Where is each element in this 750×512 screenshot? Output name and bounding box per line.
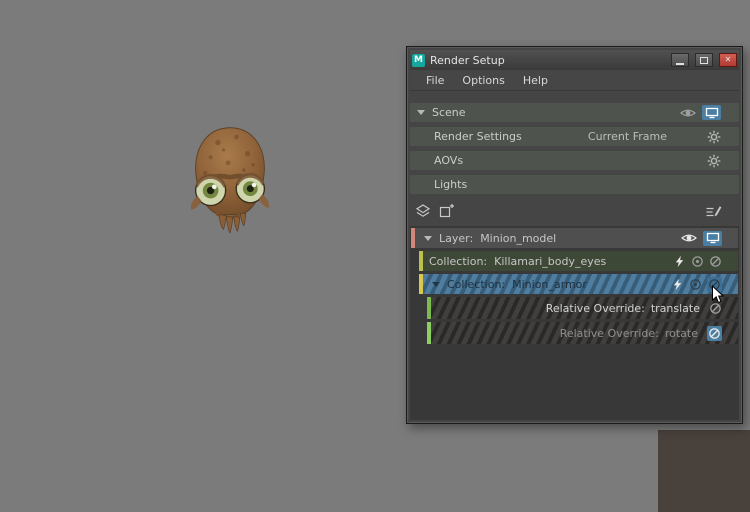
create-layer-icon[interactable] — [413, 202, 432, 221]
collection-color-tag — [419, 274, 423, 294]
gear-icon[interactable] — [707, 154, 721, 168]
maya-app-icon: M — [412, 53, 425, 67]
chevron-down-icon[interactable] — [424, 235, 432, 241]
mouse-cursor — [712, 285, 724, 304]
renderable-toggle-icon[interactable] — [702, 105, 721, 120]
override-color-tag — [427, 297, 431, 319]
layer-prefix: Layer: — [439, 231, 474, 245]
titlebar[interactable]: M Render Setup ✕ — [410, 50, 739, 70]
layer-toolbar — [410, 199, 739, 223]
collection-row-killamari-body-eyes[interactable]: Collection: Killamari_body_eyes — [419, 251, 738, 271]
menu-file[interactable]: File — [417, 74, 453, 87]
layer-row-minion-model[interactable]: Layer: Minion_model — [411, 228, 738, 248]
override-color-tag — [427, 322, 431, 344]
isolate-flash-icon[interactable] — [673, 255, 686, 268]
solo-target-icon[interactable] — [691, 255, 704, 268]
solo-target-icon[interactable] — [689, 278, 702, 291]
chevron-down-icon[interactable] — [417, 110, 425, 115]
create-collection-icon[interactable] — [436, 202, 455, 221]
override-row-translate[interactable]: Relative Override: translate — [427, 297, 738, 319]
override-name: rotate — [664, 326, 698, 340]
disable-icon[interactable] — [707, 325, 722, 341]
gear-icon[interactable] — [707, 130, 721, 144]
window-content: Scene Render Settings Current Frame AOVs — [410, 91, 739, 420]
render-settings-label: Render Settings — [434, 130, 522, 143]
menu-options[interactable]: Options — [453, 74, 513, 87]
minimize-button[interactable] — [671, 53, 689, 67]
visibility-eye-icon[interactable] — [681, 232, 697, 244]
scene-row[interactable]: Scene — [410, 103, 739, 122]
close-button[interactable]: ✕ — [719, 53, 737, 67]
render-setup-window: M Render Setup ✕ File Options Help Scene… — [406, 46, 743, 424]
collection-color-tag — [419, 251, 423, 271]
menubar: File Options Help — [410, 70, 739, 91]
scene-label: Scene — [432, 106, 466, 119]
collection-prefix: Collection: — [429, 254, 488, 268]
close-icon: ✕ — [724, 55, 732, 64]
lights-label: Lights — [434, 178, 468, 191]
minion-render — [190, 127, 270, 234]
window-title: Render Setup — [430, 53, 505, 67]
isolate-flash-icon[interactable] — [671, 278, 684, 291]
maximize-icon — [700, 56, 708, 64]
chevron-down-icon[interactable] — [432, 281, 440, 287]
edit-overrides-icon[interactable] — [703, 202, 722, 221]
background-app-corner — [658, 430, 750, 512]
render-settings-value: Current Frame — [587, 130, 667, 143]
menu-help[interactable]: Help — [514, 74, 557, 87]
desktop: { "window": { "title": "Render Setup", "… — [0, 0, 750, 512]
lights-row[interactable]: Lights — [410, 175, 739, 194]
override-name: translate — [650, 301, 700, 315]
layer-list: Layer: Minion_model Collection: Killamar… — [410, 226, 739, 420]
collection-prefix: Collection: — [447, 277, 506, 291]
aovs-label: AOVs — [434, 154, 464, 167]
override-prefix: Relative Override: — [559, 326, 659, 340]
aovs-row[interactable]: AOVs — [410, 151, 739, 170]
override-prefix: Relative Override: — [545, 301, 645, 315]
disable-icon[interactable] — [709, 255, 722, 268]
collection-name: Minion_armor — [512, 277, 587, 291]
renderable-toggle-icon[interactable] — [703, 230, 722, 246]
render-settings-row[interactable]: Render Settings Current Frame — [410, 127, 739, 146]
maximize-button[interactable] — [695, 53, 713, 67]
collection-row-minion-armor[interactable]: Collection: Minion_armor — [419, 274, 738, 294]
override-row-rotate[interactable]: Relative Override: rotate — [427, 322, 738, 344]
layer-name: Minion_model — [480, 231, 557, 245]
minimize-icon — [676, 62, 684, 65]
visibility-eye-icon[interactable] — [680, 107, 696, 119]
collection-name: Killamari_body_eyes — [494, 254, 607, 268]
layer-color-tag — [411, 228, 415, 248]
minion-character[interactable] — [170, 122, 290, 248]
